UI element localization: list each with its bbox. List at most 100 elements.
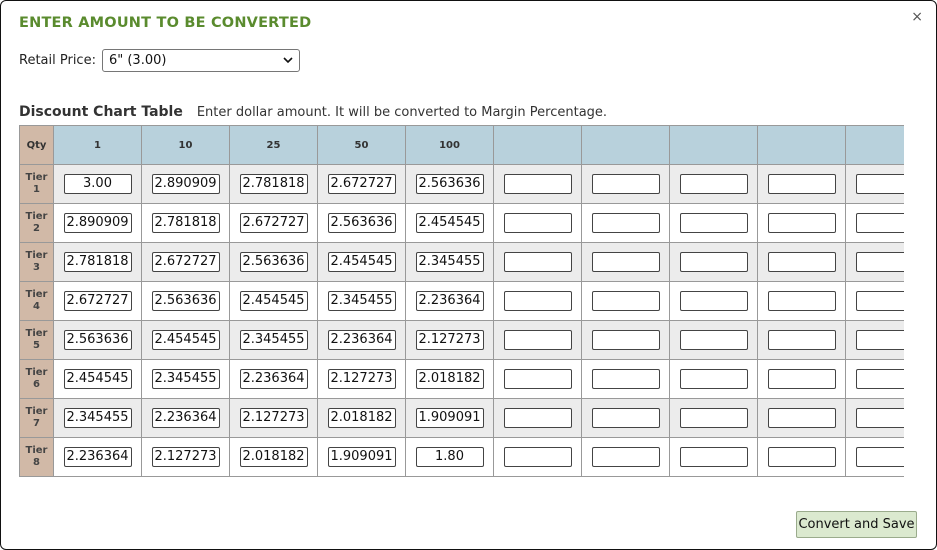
tier-label: Tier 1 bbox=[19, 164, 54, 204]
discount-table-scroll[interactable]: Qty 1 10 25 50 100 Tier 1 3.00 2.890909 2.781818… bbox=[19, 125, 904, 477]
price-cell bbox=[669, 203, 758, 243]
price-input[interactable]: 2.781818 bbox=[151, 213, 220, 234]
price-input[interactable] bbox=[503, 330, 572, 351]
price-input[interactable] bbox=[679, 174, 748, 195]
price-cell bbox=[845, 242, 904, 282]
price-input[interactable] bbox=[503, 213, 572, 234]
price-input[interactable] bbox=[503, 408, 572, 429]
price-cell: 2.890909 bbox=[141, 164, 230, 204]
price-input[interactable]: 2.672727 bbox=[327, 174, 396, 195]
price-cell bbox=[493, 242, 582, 282]
price-input[interactable]: 2.236364 bbox=[415, 291, 484, 312]
price-input[interactable]: 2.127273 bbox=[327, 369, 396, 390]
price-input[interactable] bbox=[679, 291, 748, 312]
price-input[interactable]: 2.236364 bbox=[327, 330, 396, 351]
price-input[interactable] bbox=[767, 213, 836, 234]
price-input[interactable] bbox=[679, 252, 748, 273]
price-input[interactable]: 2.018182 bbox=[239, 447, 308, 468]
price-input[interactable] bbox=[503, 447, 572, 468]
price-input[interactable]: 2.345455 bbox=[239, 330, 308, 351]
price-input[interactable]: 2.890909 bbox=[151, 174, 220, 195]
price-input[interactable] bbox=[591, 213, 660, 234]
price-input[interactable]: 3.00 bbox=[63, 174, 132, 195]
price-input[interactable] bbox=[679, 369, 748, 390]
price-input[interactable] bbox=[767, 291, 836, 312]
price-input[interactable]: 2.890909 bbox=[63, 213, 132, 234]
price-input[interactable]: 2.563636 bbox=[415, 174, 484, 195]
price-input[interactable] bbox=[855, 408, 904, 429]
price-input[interactable]: 2.236364 bbox=[239, 369, 308, 390]
price-input[interactable]: 1.909091 bbox=[415, 408, 484, 429]
price-input[interactable] bbox=[503, 174, 572, 195]
price-input[interactable]: 1.80 bbox=[415, 447, 484, 468]
price-input[interactable] bbox=[767, 408, 836, 429]
price-cell: 2.672727 bbox=[141, 242, 230, 282]
price-input[interactable] bbox=[855, 252, 904, 273]
convert-and-save-button[interactable]: Convert and Save bbox=[796, 511, 917, 538]
tier-label-text: Tier bbox=[25, 211, 48, 222]
price-input[interactable] bbox=[855, 330, 904, 351]
price-input[interactable] bbox=[855, 291, 904, 312]
price-input[interactable]: 2.345455 bbox=[327, 291, 396, 312]
price-input[interactable] bbox=[679, 447, 748, 468]
price-input[interactable]: 2.127273 bbox=[151, 447, 220, 468]
retail-price-select[interactable]: 6" (3.00) bbox=[101, 49, 300, 72]
price-input[interactable]: 2.345455 bbox=[415, 252, 484, 273]
price-input[interactable]: 1.909091 bbox=[327, 447, 396, 468]
price-input[interactable] bbox=[679, 213, 748, 234]
price-input[interactable]: 2.454545 bbox=[415, 213, 484, 234]
price-input[interactable]: 2.781818 bbox=[239, 174, 308, 195]
price-input[interactable] bbox=[591, 369, 660, 390]
tier-row: Tier 7 2.345455 2.236364 2.127273 2.018182 1.9… bbox=[19, 398, 904, 438]
price-input[interactable]: 2.672727 bbox=[151, 252, 220, 273]
price-input[interactable] bbox=[767, 447, 836, 468]
price-input[interactable] bbox=[503, 252, 572, 273]
price-input[interactable]: 2.781818 bbox=[63, 252, 132, 273]
price-input[interactable]: 2.454545 bbox=[327, 252, 396, 273]
tier-row: Tier 6 2.454545 2.345455 2.236364 2.127273 2.0… bbox=[19, 359, 904, 399]
price-input[interactable] bbox=[855, 174, 904, 195]
price-input[interactable]: 2.018182 bbox=[415, 369, 484, 390]
price-input[interactable] bbox=[679, 330, 748, 351]
price-input[interactable]: 2.345455 bbox=[63, 408, 132, 429]
price-input[interactable] bbox=[767, 330, 836, 351]
price-input[interactable]: 2.672727 bbox=[239, 213, 308, 234]
price-input[interactable] bbox=[503, 291, 572, 312]
price-input[interactable]: 2.454545 bbox=[151, 330, 220, 351]
price-input[interactable] bbox=[767, 369, 836, 390]
price-input[interactable]: 2.454545 bbox=[239, 291, 308, 312]
price-input[interactable] bbox=[591, 408, 660, 429]
price-input[interactable]: 2.563636 bbox=[327, 213, 396, 234]
tier-label-text: Tier bbox=[25, 250, 48, 261]
price-input[interactable] bbox=[855, 369, 904, 390]
tier-label: Tier 6 bbox=[19, 359, 54, 399]
price-input[interactable]: 2.127273 bbox=[415, 330, 484, 351]
price-input[interactable] bbox=[679, 408, 748, 429]
price-cell: 1.80 bbox=[405, 437, 494, 477]
price-cell: 2.236364 bbox=[405, 281, 494, 321]
price-input[interactable]: 2.236364 bbox=[63, 447, 132, 468]
price-input[interactable] bbox=[591, 330, 660, 351]
price-input[interactable] bbox=[855, 447, 904, 468]
price-input[interactable]: 2.672727 bbox=[63, 291, 132, 312]
price-input[interactable]: 2.563636 bbox=[239, 252, 308, 273]
price-input[interactable] bbox=[591, 447, 660, 468]
price-input[interactable] bbox=[767, 252, 836, 273]
price-input[interactable]: 2.563636 bbox=[151, 291, 220, 312]
price-input[interactable] bbox=[855, 213, 904, 234]
price-input[interactable] bbox=[767, 174, 836, 195]
price-cell: 2.018182 bbox=[229, 437, 318, 477]
price-input[interactable]: 2.127273 bbox=[239, 408, 308, 429]
price-input[interactable] bbox=[591, 291, 660, 312]
price-input[interactable]: 2.236364 bbox=[151, 408, 220, 429]
price-input[interactable]: 2.454545 bbox=[63, 369, 132, 390]
tier-row: Tier 4 2.672727 2.563636 2.454545 2.345455 2.2… bbox=[19, 281, 904, 321]
price-input[interactable] bbox=[591, 252, 660, 273]
price-input[interactable]: 2.345455 bbox=[151, 369, 220, 390]
price-input[interactable] bbox=[591, 174, 660, 195]
price-cell bbox=[845, 320, 904, 360]
price-input[interactable]: 2.018182 bbox=[327, 408, 396, 429]
close-icon[interactable]: × bbox=[911, 10, 923, 24]
price-input[interactable] bbox=[503, 369, 572, 390]
price-input[interactable]: 2.563636 bbox=[63, 330, 132, 351]
